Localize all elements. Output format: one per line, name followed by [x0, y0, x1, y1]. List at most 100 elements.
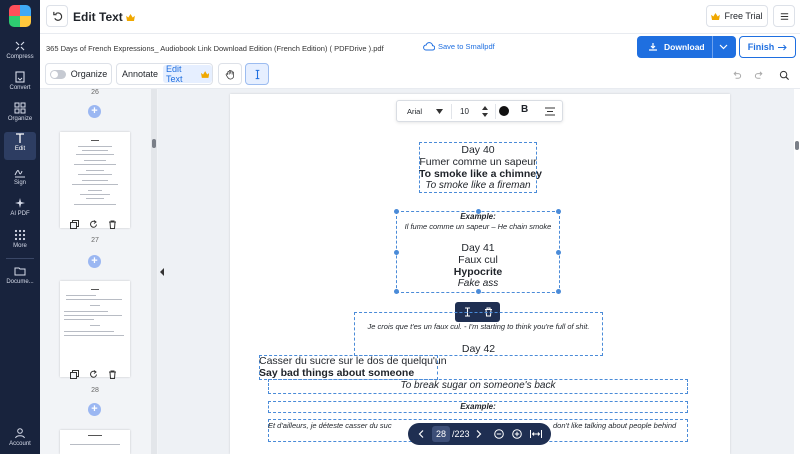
- cloud-icon: [423, 42, 435, 51]
- rail-item-ai-pdf[interactable]: AI PDF: [0, 197, 40, 225]
- redo-button[interactable]: [748, 64, 770, 86]
- document-scroll-thumb[interactable]: [795, 141, 799, 150]
- rail-item-sign[interactable]: Sign: [0, 166, 40, 194]
- text-smoke-chimney[interactable]: To smoke like a chimney: [419, 168, 542, 180]
- text-color-swatch[interactable]: [499, 106, 509, 116]
- text-tool-button[interactable]: [245, 63, 269, 85]
- zoom-out-icon[interactable]: [494, 429, 504, 439]
- tab-annotate[interactable]: Annotate: [117, 69, 163, 79]
- file-name: 365 Days of French Expressions_ Audioboo…: [46, 44, 384, 53]
- rail-item-account[interactable]: Account: [0, 427, 40, 454]
- page-thumbnail[interactable]: [60, 132, 130, 228]
- rail-divider: [6, 258, 34, 259]
- search-icon: [779, 70, 789, 80]
- rail-item-label: Edit: [14, 146, 26, 152]
- undo-button[interactable]: [725, 64, 747, 86]
- save-to-smallpdf-link[interactable]: Save to Smallpdf: [423, 42, 495, 51]
- chevron-down-icon[interactable]: [719, 43, 728, 51]
- trash-icon[interactable]: [108, 220, 117, 229]
- tab-edit-text-label: Edit Text: [166, 64, 183, 84]
- rail-item-documents[interactable]: Docume...: [0, 265, 40, 293]
- folder-icon: [14, 267, 26, 276]
- page-thumbnail[interactable]: [60, 281, 130, 377]
- text-fumer[interactable]: Fumer comme un sapeur: [419, 156, 537, 168]
- page-number-label: 26: [91, 89, 99, 96]
- duplicate-icon[interactable]: [70, 220, 79, 229]
- rail-item-label: Sign: [13, 180, 26, 186]
- hand-icon: [225, 69, 234, 79]
- chevron-left-icon[interactable]: [418, 430, 424, 438]
- menu-button[interactable]: [773, 5, 795, 27]
- rail-item-label: Docume...: [6, 279, 34, 285]
- compress-icon: [15, 41, 25, 51]
- resize-handle[interactable]: [476, 289, 481, 294]
- chevron-down-icon: [436, 109, 443, 114]
- zoom-in-icon[interactable]: [512, 429, 522, 439]
- text-fake-ass[interactable]: Fake ass: [396, 278, 560, 289]
- text-format-toolbar: Arial 10 B: [396, 100, 563, 122]
- rail-item-label: Account: [9, 441, 31, 447]
- rotate-icon[interactable]: [89, 370, 98, 379]
- text-example2-heading[interactable]: Example:: [268, 402, 688, 411]
- smallpdf-logo[interactable]: [9, 5, 31, 27]
- back-button[interactable]: [46, 5, 68, 27]
- thumbnail-scrollbar[interactable]: [151, 89, 157, 454]
- thumbnail-actions: [70, 220, 117, 229]
- trash-icon[interactable]: [108, 370, 117, 379]
- text-break-sugar[interactable]: To break sugar on someone's back: [268, 380, 688, 391]
- rail-item-label: Compress: [6, 54, 34, 60]
- download-button[interactable]: Download: [637, 36, 736, 58]
- crown-icon: [200, 70, 209, 78]
- resize-handle[interactable]: [556, 289, 561, 294]
- text-et-ailleurs-end[interactable]: don't like talking about people behind: [553, 421, 676, 430]
- text-et-ailleurs-start[interactable]: Et d'ailleurs, je déteste casser du suc: [268, 421, 392, 430]
- text-example-sentence[interactable]: Il fume comme un sapeur – He chain smoke: [396, 222, 560, 231]
- rail-item-convert[interactable]: Convert: [0, 71, 40, 99]
- text-example-heading[interactable]: Example:: [396, 212, 560, 221]
- finish-button[interactable]: Finish: [739, 36, 796, 58]
- text-day41[interactable]: Day 41: [396, 242, 560, 254]
- align-icon[interactable]: [545, 107, 555, 116]
- search-button[interactable]: [773, 64, 795, 86]
- bold-button[interactable]: B: [521, 104, 528, 115]
- rail-item-label: AI PDF: [10, 211, 30, 217]
- rail-item-edit[interactable]: Edit: [4, 132, 36, 160]
- add-page-button[interactable]: +: [88, 255, 101, 268]
- text-faux-cul[interactable]: Faux cul: [396, 254, 560, 266]
- rail-item-compress[interactable]: Compress: [0, 40, 40, 68]
- tab-edit-text[interactable]: Edit Text: [163, 64, 212, 84]
- text-hypocrite[interactable]: Hypocrite: [396, 266, 560, 278]
- sign-icon: [14, 170, 25, 178]
- font-family-select[interactable]: Arial: [403, 104, 447, 119]
- thumbnail-scroll-thumb[interactable]: [152, 139, 156, 148]
- rail-item-more[interactable]: More: [0, 229, 40, 257]
- text-smoke-fireman[interactable]: To smoke like a fireman: [419, 180, 537, 191]
- page-thumbnail[interactable]: [60, 430, 130, 454]
- resize-handle[interactable]: [394, 289, 399, 294]
- free-trial-button[interactable]: Free Trial: [706, 5, 768, 27]
- chevron-right-icon[interactable]: [476, 430, 482, 438]
- add-page-button[interactable]: +: [88, 403, 101, 416]
- collapse-panel-arrow[interactable]: [160, 268, 164, 276]
- fit-width-icon[interactable]: [530, 429, 542, 439]
- undo-icon: [732, 70, 741, 79]
- text-say-bad-things[interactable]: Say bad things about someone: [259, 367, 414, 379]
- rotate-icon[interactable]: [89, 220, 98, 229]
- document-scrollbar[interactable]: [794, 89, 800, 454]
- text-casser[interactable]: Casser du sucre sur le dos de quelqu'un: [259, 355, 447, 367]
- organize-toggle[interactable]: Organize: [45, 63, 112, 85]
- add-page-button[interactable]: +: [88, 105, 101, 118]
- account-icon: [15, 428, 25, 439]
- current-page-input[interactable]: 28: [432, 426, 450, 442]
- duplicate-icon[interactable]: [70, 370, 79, 379]
- text-je-crois[interactable]: Je crois que t'es un faux cul. - I'm sta…: [354, 322, 603, 331]
- page-title-text: Edit Text: [73, 10, 123, 24]
- toggle-switch[interactable]: [49, 69, 66, 79]
- text-day42[interactable]: Day 42: [354, 343, 603, 355]
- rail-item-organize[interactable]: Organize: [0, 102, 40, 130]
- hand-tool-button[interactable]: [218, 63, 242, 85]
- font-size-stepper[interactable]: 10: [455, 104, 491, 119]
- text-day40[interactable]: Day 40: [419, 144, 537, 156]
- stepper-arrows-icon[interactable]: [482, 106, 488, 117]
- font-family-value: Arial: [407, 107, 423, 116]
